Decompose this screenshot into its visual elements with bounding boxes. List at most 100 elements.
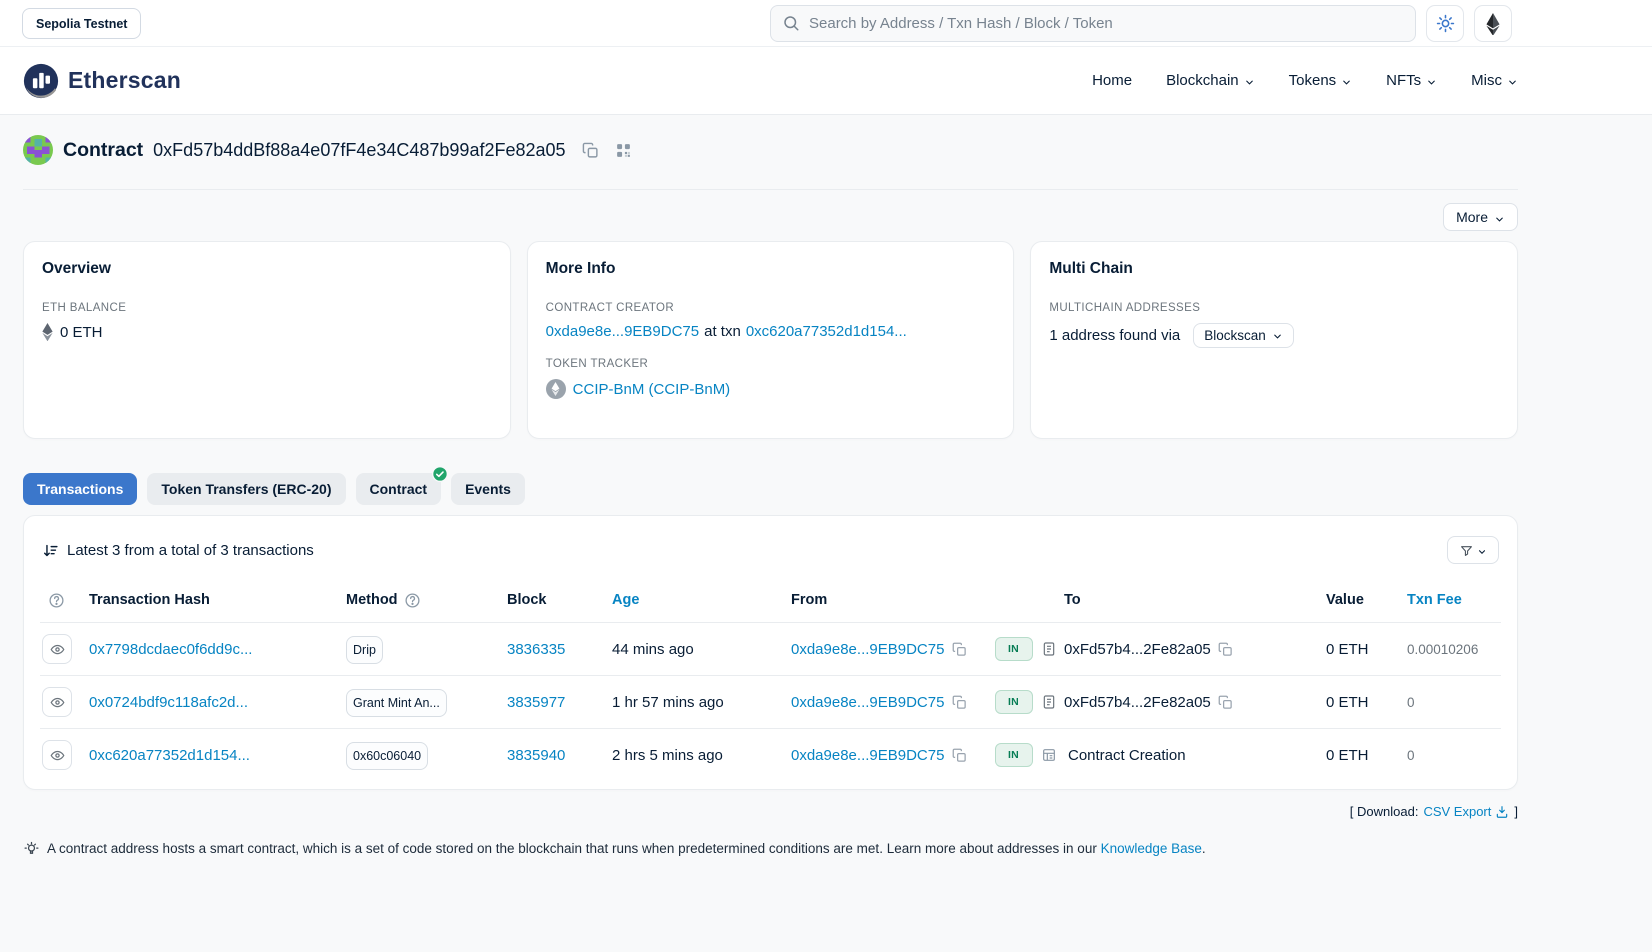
help-icon[interactable]: [48, 592, 65, 609]
multichain-card: Multi Chain MULTICHAIN ADDRESSES 1 addre…: [1030, 241, 1518, 439]
download-prefix: [ Download:: [1350, 804, 1419, 819]
to-address: 0xFd57b4...2Fe82a05: [1064, 641, 1211, 658]
search-input[interactable]: [770, 5, 1416, 42]
document-icon: [1041, 694, 1057, 710]
nav-item-nfts[interactable]: NFTs: [1386, 72, 1437, 89]
nav-label: Blockchain: [1166, 72, 1239, 89]
copy-icon[interactable]: [952, 748, 967, 763]
contract-address: 0xFd57b4ddBf88a4e07fF4e34C487b99af2Fe82a…: [153, 140, 565, 161]
site-header: Etherscan Home Blockchain Tokens NFTs Mi…: [0, 47, 1652, 115]
contract-header: Contract 0xFd57b4ddBf88a4e07fF4e34C487b9…: [23, 115, 1518, 165]
csv-export-link[interactable]: CSV Export: [1423, 804, 1509, 819]
table-row: 0x0724bdf9c118afc2d... Grant Mint An... …: [40, 675, 1501, 728]
ethereum-network-button[interactable]: [1474, 5, 1512, 42]
col-header-from: From: [791, 592, 986, 608]
method-badge: 0x60c06040: [346, 742, 428, 770]
tab-transactions[interactable]: Transactions: [23, 473, 137, 505]
value-cell: 0 ETH: [1326, 747, 1407, 764]
direction-badge: IN: [995, 743, 1033, 767]
eth-balance-label: ETH BALANCE: [42, 302, 492, 314]
section-divider: [23, 189, 1518, 190]
method-help-icon[interactable]: [404, 592, 421, 609]
col-header-value: Value: [1326, 592, 1407, 608]
creator-connector-text: at txn: [704, 323, 741, 340]
more-info-card: More Info CONTRACT CREATOR 0xda9e8e...9E…: [527, 241, 1015, 439]
age-cell: 1 hr 57 mins ago: [612, 694, 791, 711]
copy-address-icon[interactable]: [582, 142, 599, 159]
chevron-down-icon: [1244, 75, 1255, 86]
block-link[interactable]: 3835940: [507, 747, 565, 764]
more-info-card-title: More Info: [546, 260, 996, 278]
col-header-age[interactable]: Age: [612, 592, 639, 608]
fee-cell: 0: [1407, 695, 1501, 710]
more-button-label: More: [1456, 209, 1488, 225]
tab-events[interactable]: Events: [451, 473, 525, 505]
tab-contract[interactable]: Contract: [356, 473, 442, 505]
tx-hash-link[interactable]: 0x7798dcdaec0f6dd9c...: [89, 641, 252, 658]
copy-icon[interactable]: [952, 695, 967, 710]
creation-txn-link[interactable]: 0xc620a77352d1d154...: [746, 323, 907, 340]
transactions-panel: Latest 3 from a total of 3 transactions …: [23, 515, 1518, 790]
chevron-down-icon: [1341, 75, 1352, 86]
chevron-down-icon: [1477, 545, 1487, 555]
qr-code-icon[interactable]: [615, 142, 632, 159]
multichain-addresses-label: MULTICHAIN ADDRESSES: [1049, 302, 1499, 314]
to-address: 0xFd57b4...2Fe82a05: [1064, 694, 1211, 711]
method-badge: Grant Mint An...: [346, 689, 447, 717]
chevron-down-icon: [1426, 75, 1437, 86]
multichain-provider-dropdown[interactable]: Blockscan: [1193, 323, 1294, 348]
direction-badge: IN: [995, 690, 1033, 714]
sun-icon: [1436, 14, 1455, 33]
sort-descending-icon: [42, 542, 59, 559]
age-cell: 44 mins ago: [612, 641, 791, 658]
tx-preview-button[interactable]: [42, 634, 72, 664]
overview-card-title: Overview: [42, 260, 492, 278]
direction-badge: IN: [995, 637, 1033, 661]
knowledge-base-link[interactable]: Knowledge Base: [1101, 841, 1202, 856]
method-header-label: Method: [346, 592, 398, 608]
contract-creation-icon: [1041, 747, 1057, 763]
footnote-period: .: [1202, 841, 1206, 856]
value-cell: 0 ETH: [1326, 641, 1407, 658]
tx-preview-button[interactable]: [42, 687, 72, 717]
contract-creator-label: CONTRACT CREATOR: [546, 302, 996, 314]
tx-hash-link[interactable]: 0xc620a77352d1d154...: [89, 747, 250, 764]
nav-item-misc[interactable]: Misc: [1471, 72, 1518, 89]
tx-preview-button[interactable]: [42, 740, 72, 770]
etherscan-logo-icon: [23, 63, 59, 99]
download-row: [ Download: CSV Export ]: [23, 804, 1518, 819]
csv-export-label: CSV Export: [1423, 804, 1491, 819]
from-address-link[interactable]: 0xda9e8e...9EB9DC75: [791, 694, 944, 711]
nav-label: NFTs: [1386, 72, 1421, 89]
more-dropdown-button[interactable]: More: [1443, 203, 1518, 231]
block-link[interactable]: 3836335: [507, 641, 565, 658]
tab-token-transfers[interactable]: Token Transfers (ERC-20): [147, 473, 345, 505]
copy-icon[interactable]: [1218, 642, 1233, 657]
chevron-down-icon: [1272, 330, 1283, 341]
nav-item-home[interactable]: Home: [1092, 72, 1132, 89]
theme-toggle-button[interactable]: [1426, 5, 1464, 42]
table-row: 0x7798dcdaec0f6dd9c... Drip 3836335 44 m…: [40, 622, 1501, 675]
tab-bar: Transactions Token Transfers (ERC-20) Co…: [23, 473, 1518, 505]
eth-glyph-icon: [42, 323, 53, 341]
filter-button[interactable]: [1447, 536, 1499, 564]
from-address-link[interactable]: 0xda9e8e...9EB9DC75: [791, 747, 944, 764]
token-tracker-link[interactable]: CCIP-BnM (CCIP-BnM): [573, 381, 731, 398]
col-header-fee[interactable]: Txn Fee: [1407, 592, 1462, 608]
tx-hash-link[interactable]: 0x0724bdf9c118afc2d...: [89, 694, 248, 711]
etherscan-logo[interactable]: Etherscan: [23, 63, 181, 99]
network-badge[interactable]: Sepolia Testnet: [22, 8, 141, 39]
table-row: 0xc620a77352d1d154... 0x60c06040 3835940…: [40, 728, 1501, 781]
table-header-row: Transaction Hash Method Block Age From T…: [40, 578, 1501, 622]
from-address-link[interactable]: 0xda9e8e...9EB9DC75: [791, 641, 944, 658]
col-header-to: To: [1041, 592, 1326, 608]
block-link[interactable]: 3835977: [507, 694, 565, 711]
nav-item-blockchain[interactable]: Blockchain: [1166, 72, 1255, 89]
copy-icon[interactable]: [1218, 695, 1233, 710]
method-badge: Drip: [346, 636, 383, 664]
nav-item-tokens[interactable]: Tokens: [1289, 72, 1353, 89]
page-title: Contract: [63, 139, 143, 162]
creator-address-link[interactable]: 0xda9e8e...9EB9DC75: [546, 323, 699, 340]
copy-icon[interactable]: [952, 642, 967, 657]
brand-name: Etherscan: [68, 67, 181, 94]
